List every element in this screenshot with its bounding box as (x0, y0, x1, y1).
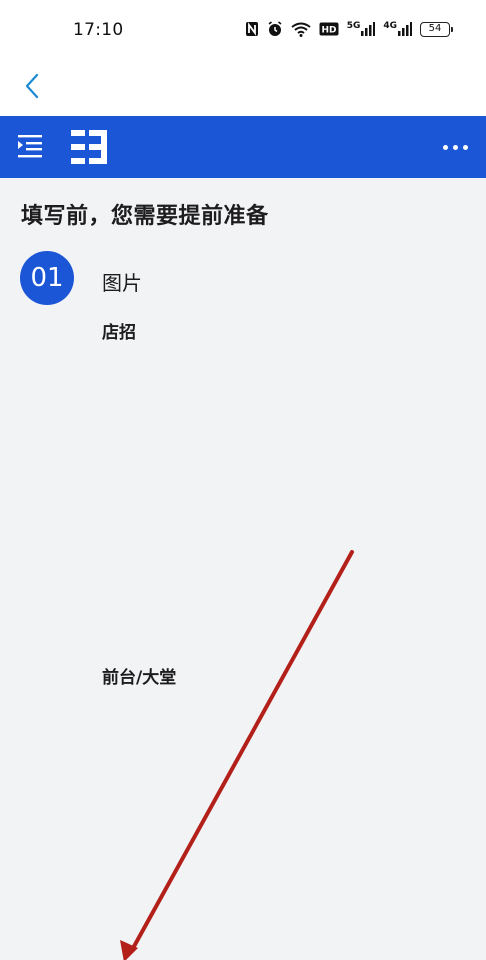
signal-5g-label: 5G (346, 21, 361, 31)
signal-4g-label: 4G (383, 21, 397, 31)
hd-label: HD (321, 26, 336, 36)
app-toolbar (0, 116, 486, 178)
signal-4g-icon: 4G (383, 22, 412, 36)
more-button[interactable] (438, 136, 472, 158)
signal-5g-icon: 5G (347, 22, 376, 36)
nav-bar (0, 60, 486, 116)
requirement-item-storefront: 店招 (102, 323, 136, 343)
app-logo-icon (71, 130, 107, 164)
status-bar: 17:10 HD 5G 4G 54 (0, 0, 486, 60)
menu-indent-icon (18, 135, 42, 158)
chevron-left-icon (25, 73, 39, 99)
wifi-icon (291, 22, 311, 37)
battery-icon: 54 (420, 21, 453, 37)
hd-icon: HD (319, 22, 339, 36)
menu-button[interactable] (14, 133, 48, 161)
alarm-icon (267, 21, 283, 37)
screen: 17:10 HD 5G 4G 54 填写前，您需要提前准备 01 图片 店招 前… (0, 0, 486, 960)
more-dot (452, 144, 458, 150)
status-time: 17:10 (73, 20, 124, 40)
requirement-item-lobby: 前台/大堂 (102, 668, 177, 688)
nfc-icon (245, 21, 259, 37)
back-button[interactable] (12, 66, 52, 106)
step-title: 图片 (102, 271, 142, 295)
battery-level: 54 (428, 22, 442, 34)
status-icons: HD 5G 4G 54 (245, 21, 453, 37)
more-dots-icon (442, 144, 448, 150)
page-title: 填写前，您需要提前准备 (21, 204, 269, 229)
more-dot (462, 144, 468, 150)
preparation-content: 填写前，您需要提前准备 01 图片 店招 前台/大堂 (0, 178, 486, 960)
step-number-badge: 01 (20, 251, 74, 305)
